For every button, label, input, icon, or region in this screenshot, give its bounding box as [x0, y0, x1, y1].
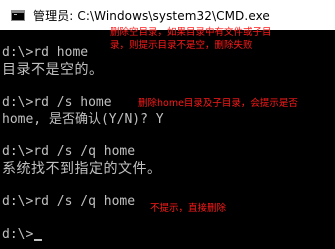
console-area[interactable]: d:\>rd home 目录不是空的。 d:\>rd /s home home,… — [0, 27, 335, 249]
command-line: d:\>rd /s /q home — [2, 144, 136, 159]
annotation-note: 删除home目录及子目录，会提示是否 — [138, 98, 298, 109]
command-line: d:\>rd home — [2, 45, 89, 60]
window-title: 管理员: C:\Windows\system32\CMD.exe — [33, 8, 270, 23]
cmd-window: 管理员: C:\Windows\system32\CMD.exe d:\>rd … — [0, 0, 335, 249]
output-line: home, 是否确认(Y/N)? Y — [2, 112, 164, 127]
annotation-note: 删除空目录，如果目录中有文件或子目 — [110, 27, 272, 38]
prompt-text: d:\> — [2, 227, 34, 242]
output-line: 目录不是空的。 — [2, 62, 104, 78]
annotation-note: 不提示，直接删除 — [150, 203, 227, 214]
prompt-line[interactable]: d:\> — [2, 227, 43, 243]
annotation-note: 录，则提示目录不是空，删除失败 — [110, 40, 253, 51]
command-line: d:\>rd /s home — [2, 95, 112, 110]
cursor-caret — [34, 239, 43, 241]
command-line: d:\>rd /s /q home — [2, 194, 136, 209]
output-line: 系统找不到指定的文件。 — [2, 161, 162, 177]
cmd-console-icon[interactable] — [11, 9, 25, 21]
